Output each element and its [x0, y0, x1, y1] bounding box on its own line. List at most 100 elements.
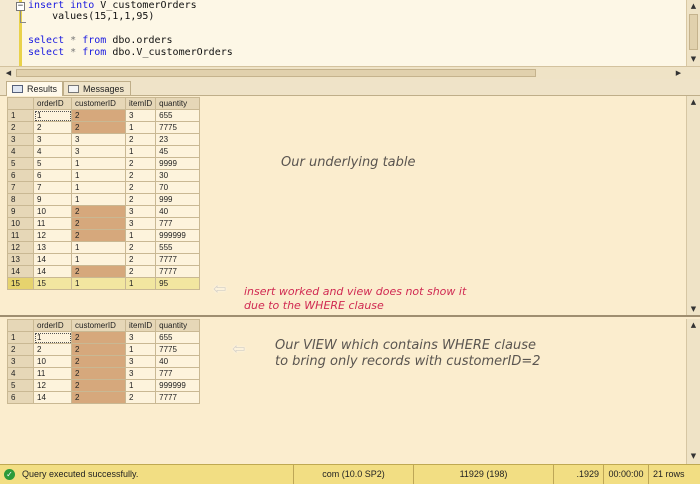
editor-horizontal-scrollbar[interactable]: ◀ ▶ [0, 66, 700, 79]
scroll-left-icon[interactable]: ◀ [2, 67, 15, 79]
cell-quantity[interactable]: 655 [155, 331, 201, 344]
row-number[interactable]: 1 [7, 109, 34, 122]
orders-grid[interactable]: orderID customerID itemID quantity 1 1 2 3 655 2… [7, 97, 201, 290]
row-number[interactable]: 15 [7, 277, 34, 290]
row-number[interactable]: 4 [7, 367, 34, 380]
table-row[interactable]: 8 9 1 2 999 [7, 193, 201, 206]
cell-orderid[interactable]: 5 [33, 157, 72, 170]
row-number[interactable]: 12 [7, 241, 34, 254]
cell-quantity[interactable]: 7777 [155, 265, 201, 278]
cell-orderid[interactable]: 14 [33, 253, 72, 266]
cell-itemid[interactable]: 1 [124, 343, 157, 356]
table-row[interactable]: 14 14 2 2 7777 [7, 265, 201, 278]
row-number[interactable]: 5 [7, 379, 34, 392]
scroll-right-icon[interactable]: ▶ [672, 67, 685, 79]
cell-customerid[interactable]: 1 [71, 277, 126, 290]
cell-itemid[interactable]: 2 [124, 391, 157, 404]
cell-customerid[interactable]: 2 [71, 355, 126, 368]
row-number[interactable]: 3 [7, 355, 34, 368]
row-number[interactable]: 6 [7, 169, 34, 182]
row-number[interactable]: 2 [7, 343, 34, 356]
cell-quantity[interactable]: 7775 [155, 343, 201, 356]
row-number[interactable]: 9 [7, 205, 34, 218]
cell-orderid[interactable]: 14 [33, 391, 72, 404]
column-header-itemid[interactable]: itemID [124, 319, 157, 332]
column-header-orderid[interactable]: orderID [33, 97, 72, 110]
column-header-quantity[interactable]: quantity [155, 97, 201, 110]
results-pane-view[interactable]: orderID customerID itemID quantity 1 1 2 3 655 2… [0, 319, 700, 464]
table-row[interactable]: 6 14 2 2 7777 [7, 391, 201, 404]
editor-vscroll-thumb[interactable] [689, 14, 698, 50]
table-row[interactable]: 3 10 2 3 40 [7, 355, 201, 368]
column-header-customerid[interactable]: customerID [71, 319, 126, 332]
cell-quantity[interactable]: 655 [155, 109, 201, 122]
code-line-4[interactable]: select * from dbo.orders [28, 35, 173, 47]
cell-orderid[interactable]: 13 [33, 241, 72, 254]
column-header-customerid[interactable]: customerID [71, 97, 126, 110]
table-row[interactable]: 7 7 1 2 70 [7, 181, 201, 194]
cell-quantity[interactable]: 23 [155, 133, 201, 146]
cell-customerid[interactable]: 3 [71, 145, 126, 158]
cell-orderid[interactable]: 9 [33, 193, 72, 206]
row-number[interactable]: 6 [7, 391, 34, 404]
cell-quantity[interactable]: 40 [155, 355, 201, 368]
cell-customerid[interactable]: 1 [71, 253, 126, 266]
row-number[interactable]: 2 [7, 121, 34, 134]
cell-customerid[interactable]: 2 [71, 331, 126, 344]
row-number[interactable]: 13 [7, 253, 34, 266]
table-row[interactable]: 1 1 2 3 655 [7, 331, 201, 344]
table-row[interactable]: 2 2 2 1 7775 [7, 121, 201, 134]
cell-orderid[interactable]: 10 [33, 355, 72, 368]
row-number[interactable]: 7 [7, 181, 34, 194]
cell-itemid[interactable]: 2 [124, 169, 157, 182]
editor-hscroll-thumb[interactable] [16, 69, 536, 77]
pane2-vertical-scrollbar[interactable]: ▲ ▼ [686, 319, 700, 464]
cell-itemid[interactable]: 1 [124, 145, 157, 158]
table-row[interactable]: 4 4 3 1 45 [7, 145, 201, 158]
cell-itemid[interactable]: 3 [124, 367, 157, 380]
row-number[interactable]: 3 [7, 133, 34, 146]
row-number[interactable]: 11 [7, 229, 34, 242]
cell-quantity[interactable]: 777 [155, 367, 201, 380]
cell-quantity[interactable]: 555 [155, 241, 201, 254]
cell-itemid[interactable]: 3 [124, 205, 157, 218]
cell-itemid[interactable]: 1 [124, 229, 157, 242]
cell-orderid[interactable]: 7 [33, 181, 72, 194]
cell-itemid[interactable]: 3 [124, 331, 157, 344]
cell-customerid[interactable]: 3 [71, 133, 126, 146]
table-row[interactable]: 2 2 2 1 7775 [7, 343, 201, 356]
cell-customerid[interactable]: 2 [71, 121, 126, 134]
scroll-down-icon[interactable]: ▼ [687, 450, 700, 462]
column-header-itemid[interactable]: itemID [124, 97, 157, 110]
code-line-5[interactable]: select * from dbo.V_customerOrders [28, 47, 233, 59]
table-row[interactable]: 10 11 2 3 777 [7, 217, 201, 230]
tab-messages[interactable]: Messages [62, 81, 132, 96]
cell-customerid[interactable]: 1 [71, 169, 126, 182]
cell-customerid[interactable]: 1 [71, 181, 126, 194]
table-row[interactable]: 3 3 3 2 23 [7, 133, 201, 146]
cell-orderid[interactable]: 4 [33, 145, 72, 158]
cell-quantity[interactable]: 7777 [155, 391, 201, 404]
cell-quantity[interactable]: 999999 [155, 379, 201, 392]
table-row[interactable]: 4 11 2 3 777 [7, 367, 201, 380]
query-editor[interactable]: − insert into V_customerOrders values(15… [0, 0, 700, 79]
editor-vertical-scrollbar[interactable]: ▲ ▼ [686, 0, 700, 66]
column-header-quantity[interactable]: quantity [155, 319, 201, 332]
cell-itemid[interactable]: 2 [124, 253, 157, 266]
results-pane-orders[interactable]: orderID customerID itemID quantity 1 1 2 3 655 2… [0, 96, 700, 317]
cell-customerid[interactable]: 1 [71, 193, 126, 206]
cell-orderid[interactable]: 12 [33, 379, 72, 392]
row-number[interactable]: 1 [7, 331, 34, 344]
table-row[interactable]: 13 14 1 2 7777 [7, 253, 201, 266]
code-line-2[interactable]: values(15,1,1,95) [28, 11, 154, 23]
cell-itemid[interactable]: 1 [124, 379, 157, 392]
cell-itemid[interactable]: 1 [124, 121, 157, 134]
view-grid[interactable]: orderID customerID itemID quantity 1 1 2 3 655 2… [7, 319, 201, 404]
scroll-up-icon[interactable]: ▲ [687, 0, 700, 12]
cell-customerid[interactable]: 2 [71, 205, 126, 218]
cell-customerid[interactable]: 1 [71, 241, 126, 254]
scroll-up-icon[interactable]: ▲ [687, 319, 700, 331]
table-row[interactable]: 9 10 2 3 40 [7, 205, 201, 218]
cell-orderid[interactable]: 11 [33, 217, 72, 230]
table-row[interactable]: 11 12 2 1 999999 [7, 229, 201, 242]
